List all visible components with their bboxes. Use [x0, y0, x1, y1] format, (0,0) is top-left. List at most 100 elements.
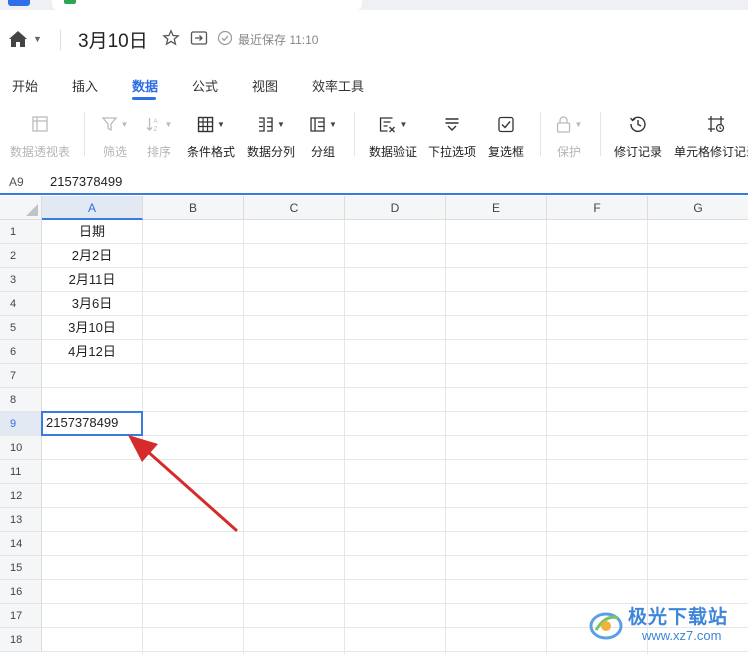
- home-icon[interactable]: [8, 30, 28, 48]
- tab-formula[interactable]: 公式: [192, 76, 218, 95]
- tab-start[interactable]: 开始: [12, 76, 38, 95]
- protect-caret-icon: ▼: [574, 119, 583, 129]
- row-header[interactable]: 7: [0, 364, 42, 388]
- cell-a1[interactable]: 日期: [42, 220, 142, 244]
- home-menu-caret-icon[interactable]: ▼: [33, 34, 42, 44]
- column-header-f[interactable]: F: [547, 196, 648, 220]
- watermark-brand: 极光下载站: [628, 607, 729, 628]
- row-header[interactable]: 8: [0, 388, 42, 412]
- row-header[interactable]: 2: [0, 244, 42, 268]
- row-header[interactable]: 6: [0, 340, 42, 364]
- row-header[interactable]: 16: [0, 580, 42, 604]
- row-header[interactable]: 15: [0, 556, 42, 580]
- row-header[interactable]: 5: [0, 316, 42, 340]
- annotation-arrow-icon: [128, 435, 238, 532]
- active-tab-indicator: [132, 97, 156, 100]
- history-icon: [629, 116, 646, 133]
- formula-bar: A9 2157378499: [0, 171, 748, 195]
- cell-a6[interactable]: 4月12日: [42, 340, 142, 364]
- row-header[interactable]: 10: [0, 436, 42, 460]
- title-bar: ▼ 3月10日 最近保存 11:10: [0, 10, 748, 66]
- document-tab[interactable]: [52, 0, 362, 10]
- row-header[interactable]: 14: [0, 532, 42, 556]
- toolbar-divider: [84, 112, 85, 156]
- table-row: [42, 388, 748, 412]
- row-header[interactable]: 4: [0, 292, 42, 316]
- conditional-format-icon: [197, 116, 214, 132]
- row-header[interactable]: 9: [0, 412, 42, 436]
- table-row: [42, 364, 748, 388]
- column-header-e[interactable]: E: [446, 196, 547, 220]
- dropdown-options-icon: [445, 117, 459, 131]
- column-header-b[interactable]: B: [143, 196, 244, 220]
- conditional-format-button[interactable]: ▼ 条件格式: [184, 104, 238, 164]
- column-header-a[interactable]: AA: [42, 196, 176, 220]
- table-row: 3月10日: [42, 316, 748, 340]
- row-header[interactable]: 17: [0, 604, 42, 628]
- tab-efficiency-tools[interactable]: 效率工具: [312, 76, 364, 95]
- sort-icon: AZ: [146, 118, 158, 132]
- cell-revision-icon: [708, 116, 725, 133]
- filter-button[interactable]: ▼ 筛选: [96, 104, 134, 164]
- document-title[interactable]: 3月10日: [78, 26, 148, 53]
- lock-icon: [556, 115, 571, 133]
- row-header[interactable]: 3: [0, 268, 42, 292]
- pivot-table-button[interactable]: 数据透视表: [8, 104, 72, 164]
- table-row: 2月11日: [42, 268, 748, 292]
- app-logo-icon: [8, 0, 30, 6]
- cell-a5[interactable]: 3月10日: [42, 316, 142, 340]
- row-header[interactable]: 13: [0, 508, 42, 532]
- data-validation-icon: [379, 116, 395, 132]
- spreadsheet-grid: AA B C D E F G 1 日期 2 2月2日 3 2月11日 4 3月6…: [0, 196, 748, 654]
- table-row: 3月6日: [42, 292, 748, 316]
- group-caret-icon: ▼: [329, 119, 337, 129]
- group-icon: [310, 116, 325, 132]
- revision-history-button[interactable]: 修订记录: [612, 104, 664, 164]
- dropdown-options-button[interactable]: 下拉选项: [426, 104, 478, 164]
- cell-a4[interactable]: 3月6日: [42, 292, 142, 316]
- split-columns-button[interactable]: ▼ 数据分列: [244, 104, 298, 164]
- watermark-url: www.xz7.com: [642, 628, 722, 643]
- ribbon-tabs: 开始 插入 数据 公式 视图 效率工具: [0, 70, 748, 100]
- data-validation-button[interactable]: ▼ 数据验证: [366, 104, 420, 164]
- cell-a3[interactable]: 2月11日: [42, 268, 142, 292]
- tab-view[interactable]: 视图: [252, 76, 278, 95]
- cell-revision-button[interactable]: 单元格修订记录: [674, 104, 748, 164]
- cell-reference[interactable]: A9: [9, 175, 24, 189]
- column-header-c[interactable]: C: [244, 196, 345, 220]
- tab-data[interactable]: 数据: [132, 76, 158, 95]
- row-header[interactable]: 11: [0, 460, 42, 484]
- svg-text:A: A: [154, 119, 158, 125]
- filter-icon: [101, 117, 118, 132]
- split-columns-icon: [259, 116, 273, 132]
- table-row: 日期: [42, 220, 748, 244]
- table-row: 2月2日: [42, 244, 748, 268]
- pivot-table-icon: [32, 116, 48, 132]
- sort-button[interactable]: A Z ▼ 排序: [140, 104, 178, 164]
- data-validation-caret-icon: ▼: [399, 119, 408, 129]
- svg-text:Z: Z: [154, 127, 158, 132]
- protect-button[interactable]: ▼ 保护: [550, 104, 588, 164]
- watermark: 极光下载站 www.xz7.com: [588, 598, 748, 654]
- select-all-corner[interactable]: [0, 196, 42, 220]
- watermark-logo-icon: [589, 612, 623, 640]
- table-row: [42, 556, 748, 580]
- checkbox-button[interactable]: 复选框: [486, 104, 526, 164]
- group-button[interactable]: ▼ 分组: [304, 104, 342, 164]
- tab-insert[interactable]: 插入: [72, 76, 98, 95]
- sheet-icon: [64, 0, 76, 4]
- cell-a2[interactable]: 2月2日: [42, 244, 142, 268]
- column-header-g[interactable]: G: [648, 196, 748, 220]
- conditional-format-caret-icon: ▼: [217, 119, 225, 129]
- column-header-d[interactable]: D: [345, 196, 446, 220]
- saved-check-icon: [217, 30, 233, 46]
- move-to-folder-icon[interactable]: [190, 30, 208, 46]
- row-header[interactable]: 1: [0, 220, 42, 244]
- table-row: 4月12日: [42, 340, 748, 364]
- row-header[interactable]: 12: [0, 484, 42, 508]
- row-header[interactable]: 18: [0, 628, 42, 652]
- formula-input[interactable]: 2157378499: [50, 174, 122, 189]
- star-icon[interactable]: [162, 29, 180, 47]
- sort-caret-icon: ▼: [164, 119, 173, 129]
- toolbar-divider: [540, 112, 541, 156]
